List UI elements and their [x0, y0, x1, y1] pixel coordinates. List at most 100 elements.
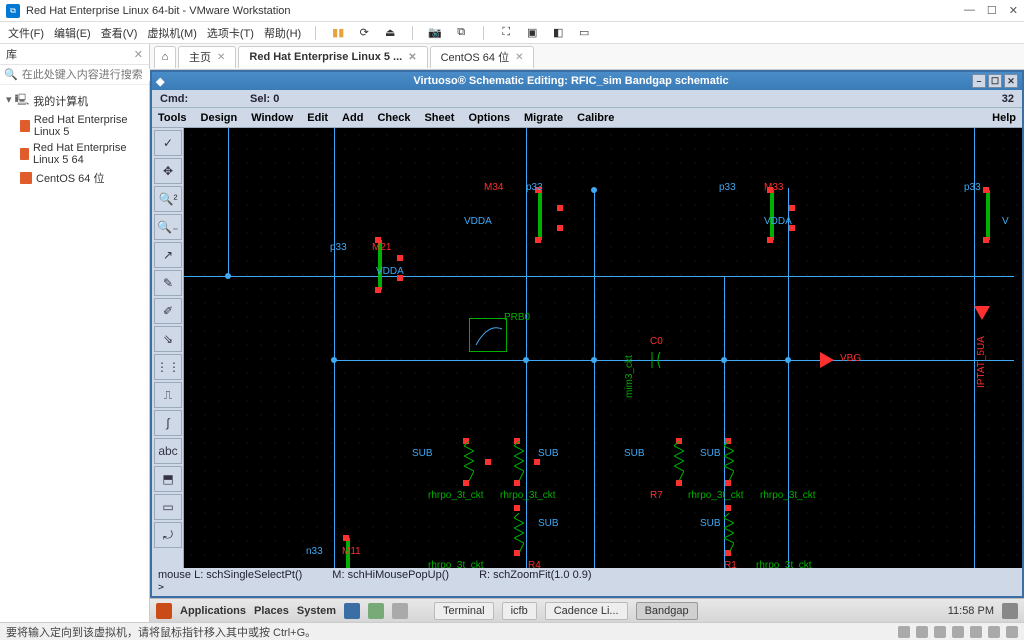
tool-zoom-out[interactable]: 🔍₋ — [154, 214, 182, 240]
toolbar-action-1[interactable]: ⟳ — [356, 26, 372, 40]
tab-rhel5[interactable]: Red Hat Enterprise Linux 5 ...✕ — [238, 46, 427, 68]
tool-zoom-in[interactable]: 🔍² — [154, 186, 182, 212]
volume-icon[interactable] — [1002, 603, 1018, 619]
menu-window[interactable]: Window — [251, 112, 293, 124]
virt-minimize-button[interactable]: – — [972, 74, 986, 88]
menu-design[interactable]: Design — [201, 112, 238, 124]
vm-tabs: ⌂ 主页✕ Red Hat Enterprise Linux 5 ...✕ Ce… — [150, 44, 1024, 70]
tool-select[interactable]: ↗ — [154, 242, 182, 268]
toolbar-action-4[interactable]: ◧ — [550, 26, 566, 40]
lbl-rhrpo: rhrpo_3t_ckt — [428, 490, 484, 501]
device-icon[interactable] — [952, 626, 964, 638]
menu-check[interactable]: Check — [377, 112, 410, 124]
doc-icon[interactable] — [392, 603, 408, 619]
window-title: Red Hat Enterprise Linux 64-bit - VMware… — [26, 5, 964, 17]
tool-rect[interactable]: ▭ — [154, 494, 182, 520]
browser-icon[interactable] — [344, 603, 360, 619]
tree-root-label: 我的计算机 — [33, 93, 88, 109]
fullscreen-button[interactable]: ⛶ — [498, 26, 514, 40]
tree-vm-centos[interactable]: CentOS 64 位 — [2, 168, 147, 188]
task-cadence[interactable]: Cadence Li... — [545, 602, 628, 620]
lbl-rhrpo: rhrpo_3t_ckt — [500, 490, 556, 501]
lbl-n33: n33 — [306, 546, 323, 557]
menu-help[interactable]: 帮助(H) — [264, 25, 301, 41]
lbl-vdda: VDDA — [764, 216, 792, 227]
tool-pen[interactable]: ✐ — [154, 298, 182, 324]
menu-tools[interactable]: Tools — [158, 112, 187, 124]
menu-sch-edit[interactable]: Edit — [307, 112, 328, 124]
library-close-icon[interactable]: ✕ — [134, 48, 143, 61]
tool-draw[interactable]: ✎ — [154, 270, 182, 296]
menu-tabs[interactable]: 选项卡(T) — [207, 25, 254, 41]
vbg-pin — [820, 352, 834, 368]
library-search-input[interactable] — [22, 69, 164, 81]
menu-vm[interactable]: 虚拟机(M) — [147, 25, 197, 41]
pause-button[interactable]: ▮▮ — [330, 26, 346, 40]
lbl-sub: SUB — [538, 448, 559, 459]
tool-inst[interactable]: ⎍ — [154, 382, 182, 408]
lbl-p33: p33 — [964, 182, 981, 193]
lbl-m11: M11 — [342, 546, 361, 557]
menu-calibre[interactable]: Calibre — [577, 112, 614, 124]
menu-edit[interactable]: 编辑(E) — [54, 25, 91, 41]
device-icon[interactable] — [970, 626, 982, 638]
gnome-applications[interactable]: Applications — [180, 605, 246, 617]
lbl-rhrpo: rhrpo_3t_ckt — [688, 490, 744, 501]
mail-icon[interactable] — [368, 603, 384, 619]
toolbar-action-2[interactable]: ⏏ — [382, 26, 398, 40]
task-icfb[interactable]: icfb — [502, 602, 537, 620]
window-close-button[interactable]: ✕ — [1009, 4, 1018, 17]
vmware-icon: ⧉ — [6, 4, 20, 18]
menu-migrate[interactable]: Migrate — [524, 112, 563, 124]
close-icon[interactable]: ✕ — [408, 52, 416, 63]
menu-help[interactable]: Help — [992, 112, 1016, 124]
gnome-menu-icon[interactable] — [156, 603, 172, 619]
tree-vm-rhel5[interactable]: Red Hat Enterprise Linux 5 — [2, 112, 147, 140]
device-icon[interactable] — [898, 626, 910, 638]
unity-button[interactable]: ▣ — [524, 26, 540, 40]
menu-view[interactable]: 查看(V) — [101, 25, 138, 41]
mos-right — [982, 190, 1008, 240]
menu-add[interactable]: Add — [342, 112, 363, 124]
gnome-places[interactable]: Places — [254, 605, 289, 617]
tree-vm-rhel5-64[interactable]: Red Hat Enterprise Linux 5 64 — [2, 140, 147, 168]
tool-move[interactable]: ⇘ — [154, 326, 182, 352]
device-icon[interactable] — [916, 626, 928, 638]
virt-close-button[interactable]: ✕ — [1004, 74, 1018, 88]
vm-icon — [20, 148, 29, 160]
device-icon[interactable] — [934, 626, 946, 638]
device-icon[interactable] — [1006, 626, 1018, 638]
tool-pan[interactable]: ✥ — [154, 158, 182, 184]
tool-array[interactable]: ⋮⋮ — [154, 354, 182, 380]
tool-wire[interactable]: ∫ — [154, 410, 182, 436]
tab-centos[interactable]: CentOS 64 位✕ — [430, 46, 535, 68]
tool-pin[interactable]: ⬒ — [154, 466, 182, 492]
toolbar-action-5[interactable]: ▭ — [576, 26, 592, 40]
close-icon[interactable]: ✕ — [217, 52, 225, 63]
menu-file[interactable]: 文件(F) — [8, 25, 44, 41]
menu-options[interactable]: Options — [468, 112, 510, 124]
schematic-canvas[interactable]: M34 p33 VDDA p33 M33 VDDA p33 V p33 M21 … — [184, 128, 1022, 568]
menu-sheet[interactable]: Sheet — [424, 112, 454, 124]
tree-root[interactable]: ▾ 🖳 我的计算机 — [2, 89, 147, 112]
vm-icon — [20, 120, 30, 132]
tab-home[interactable]: ⌂ — [154, 46, 176, 68]
device-icon[interactable] — [988, 626, 1000, 638]
window-minimize-button[interactable]: — — [964, 4, 975, 17]
gnome-system[interactable]: System — [297, 605, 336, 617]
snapshot-button[interactable]: 📷 — [427, 26, 443, 40]
tool-check[interactable]: ✓ — [154, 130, 182, 156]
tool-label[interactable]: abc — [154, 438, 182, 464]
toolbar-action-3[interactable]: ⧉ — [453, 26, 469, 40]
lbl-rhrpo: rhrpo_3t_ckt — [428, 560, 484, 568]
task-bandgap[interactable]: Bandgap — [636, 602, 698, 620]
virt-maximize-button[interactable]: ☐ — [988, 74, 1002, 88]
status-right: 32 — [1002, 93, 1014, 105]
tool-undo[interactable]: ⤾ — [154, 522, 182, 548]
task-terminal[interactable]: Terminal — [434, 602, 494, 620]
window-maximize-button[interactable]: ☐ — [987, 4, 997, 17]
virtuoso-prompt[interactable]: > — [152, 582, 1022, 596]
tab-home-label[interactable]: 主页✕ — [178, 46, 236, 68]
close-icon[interactable]: ✕ — [515, 52, 523, 63]
lbl-prb0: PRB0 — [504, 312, 530, 323]
